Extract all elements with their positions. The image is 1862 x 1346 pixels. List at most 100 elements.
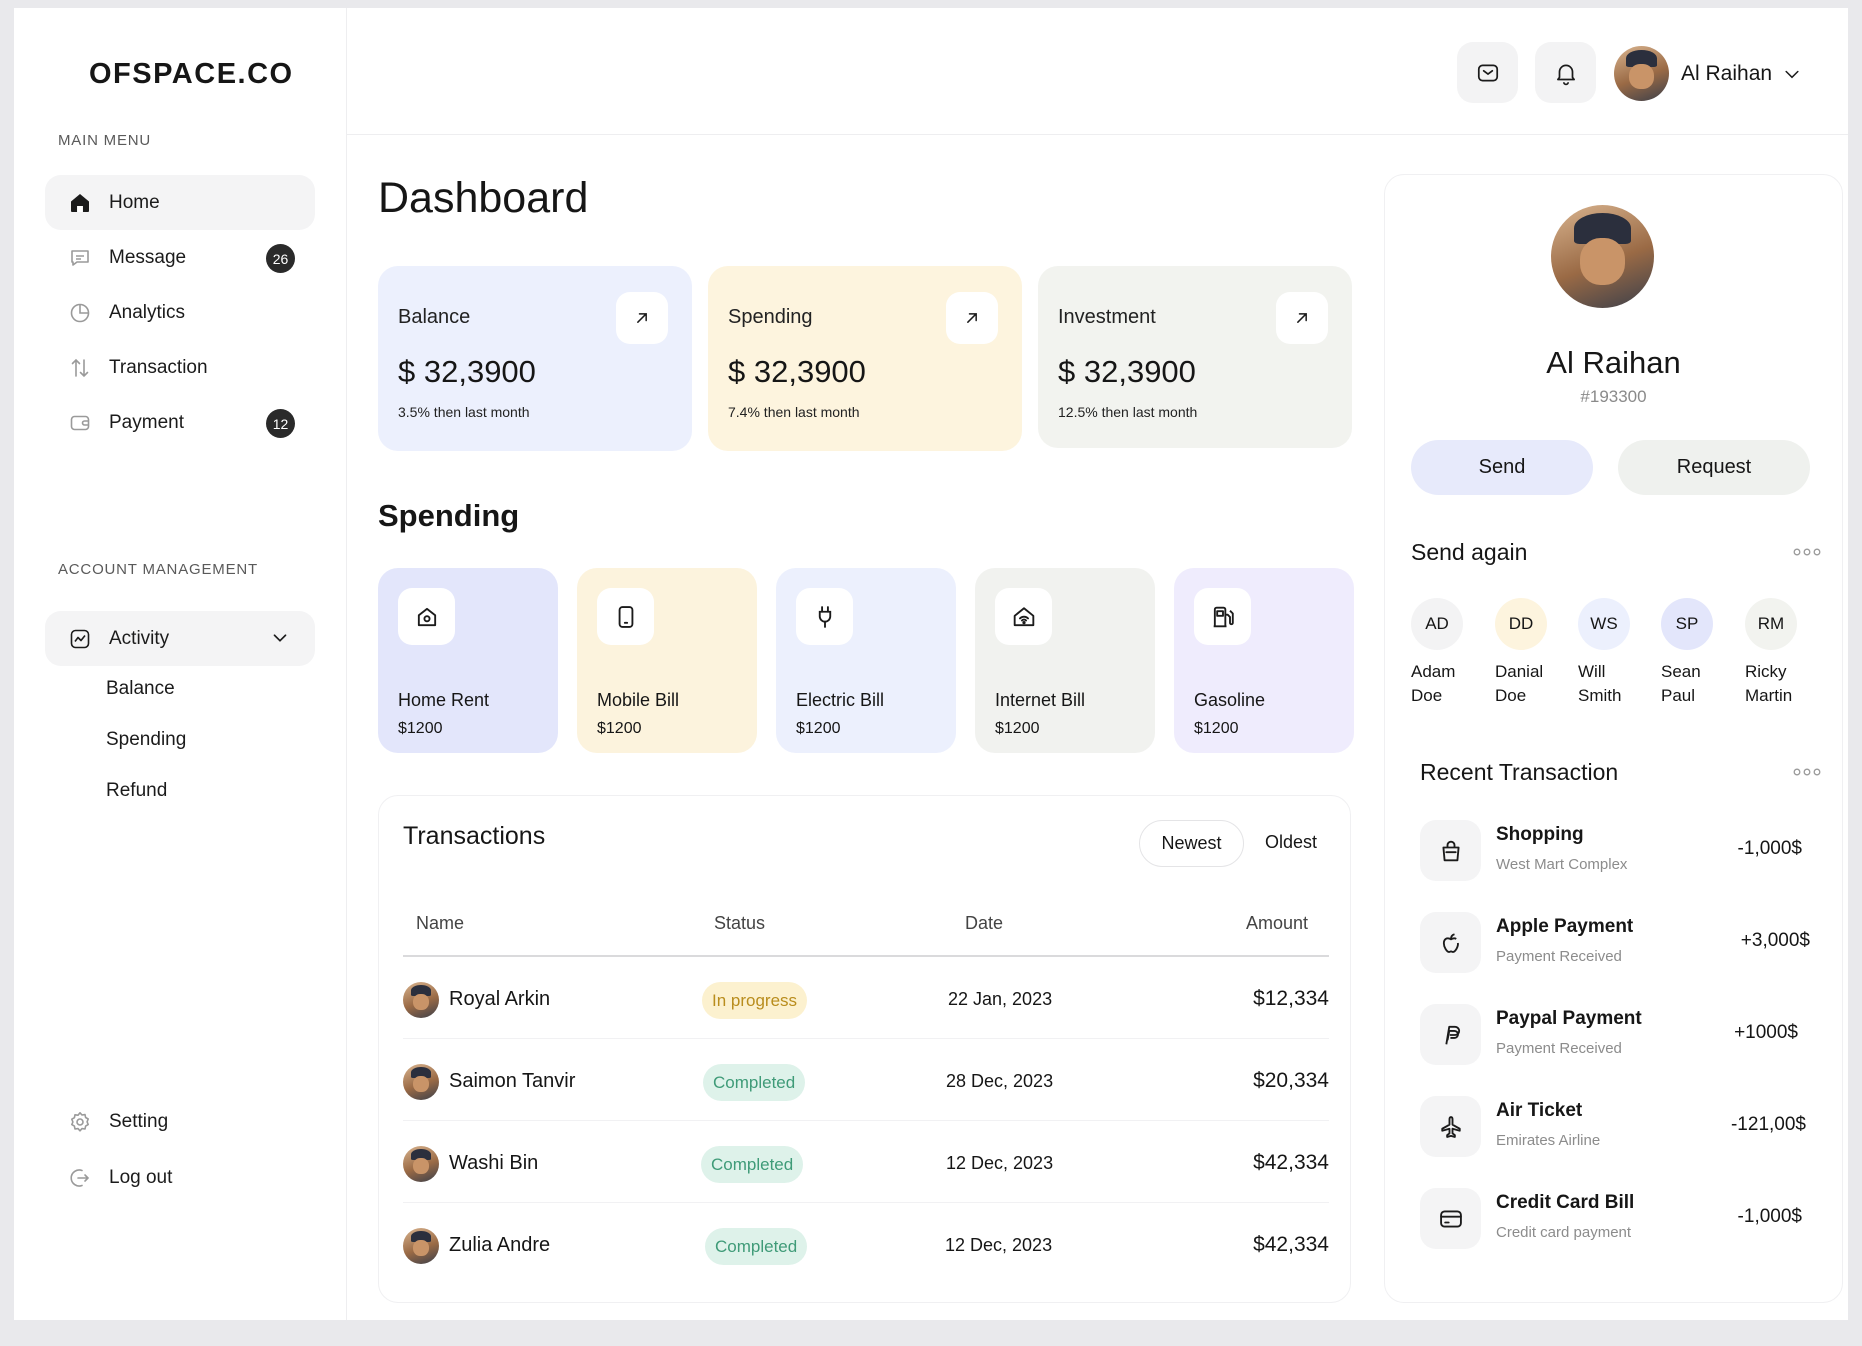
spending-name: Home Rent: [398, 690, 490, 710]
recent-transaction-item[interactable]: Air Ticket Emirates Airline -121,00$: [1420, 1096, 1810, 1158]
column-header-name[interactable]: Name: [416, 913, 464, 934]
spending-name: Mobile Bill: [597, 690, 680, 710]
sidebar-item-home[interactable]: Home: [45, 175, 315, 230]
column-header-date[interactable]: Date: [965, 913, 1003, 934]
more-options-icon[interactable]: [1793, 767, 1821, 777]
recent-transaction-item[interactable]: Apple Payment Payment Received +3,000$: [1420, 912, 1810, 974]
contact-sean-paul[interactable]: SP Sean Paul: [1661, 598, 1733, 708]
balance-card[interactable]: Balance $ 32,3900 3.5% then last month: [378, 266, 692, 451]
shopping-bag-icon: [1420, 820, 1481, 881]
more-options-icon[interactable]: [1793, 547, 1821, 557]
analytics-icon: [67, 300, 93, 326]
table-row[interactable]: Royal Arkin In progress 22 Jan, 2023 $12…: [403, 957, 1329, 1039]
sidebar-item-transaction[interactable]: Transaction: [45, 340, 315, 395]
status-badge: In progress: [702, 982, 808, 1019]
spending-item-mobile-bill[interactable]: Mobile Bill $1200: [577, 568, 757, 753]
open-balance-button[interactable]: [616, 292, 668, 344]
open-investment-button[interactable]: [1276, 292, 1328, 344]
card-value: $ 32,3900: [398, 354, 536, 389]
recent-transaction-item[interactable]: Credit Card Bill Credit card payment -1,…: [1420, 1188, 1810, 1250]
user-menu[interactable]: Al Raihan: [1614, 46, 1802, 101]
contact-first-name: Ricky: [1745, 662, 1787, 681]
spending-name: Electric Bill: [796, 690, 885, 710]
status-badge: Completed: [701, 1146, 804, 1183]
wallet-icon: [67, 410, 93, 436]
spending-amount: $1200: [398, 720, 443, 737]
table-row[interactable]: Zulia Andre Completed 12 Dec, 2023 $42,3…: [403, 1203, 1329, 1285]
sidebar-item-message[interactable]: Message 26: [45, 230, 315, 285]
open-spending-button[interactable]: [946, 292, 998, 344]
mail-button[interactable]: [1457, 42, 1518, 103]
sidebar-subitem-spending[interactable]: Spending: [106, 729, 186, 751]
send-button[interactable]: Send: [1411, 440, 1593, 495]
table-row[interactable]: Washi Bin Completed 12 Dec, 2023 $42,334: [403, 1121, 1329, 1203]
spending-item-internet-bill[interactable]: Internet Bill $1200: [975, 568, 1155, 753]
notification-button[interactable]: [1535, 42, 1596, 103]
spending-item-gasoline[interactable]: Gasoline $1200: [1174, 568, 1354, 753]
column-header-status[interactable]: Status: [714, 913, 765, 934]
card-value: $ 32,3900: [1058, 354, 1196, 389]
card-label: Balance: [398, 306, 471, 328]
contact-danial-doe[interactable]: DD Danial Doe: [1495, 598, 1567, 708]
contact-first-name: Will: [1578, 662, 1606, 681]
row-name: Saimon Tanvir: [449, 1070, 576, 1092]
spending-item-electric-bill[interactable]: Electric Bill $1200: [776, 568, 956, 753]
transaction-icon: [67, 355, 93, 381]
row-amount: $20,334: [1253, 1069, 1329, 1092]
profile-panel: Al Raihan #193300 Send Request Send agai…: [1384, 174, 1843, 1303]
contact-first-name: Adam: [1411, 662, 1456, 681]
sort-oldest-tab[interactable]: Oldest: [1265, 832, 1317, 853]
recent-transaction-item[interactable]: Paypal Payment Payment Received +1000$: [1420, 1004, 1810, 1066]
sidebar-item-setting[interactable]: Setting: [45, 1094, 315, 1149]
sidebar-subitem-balance[interactable]: Balance: [106, 678, 175, 700]
chevron-down-icon[interactable]: [269, 627, 291, 649]
recent-name: Paypal Payment: [1496, 1008, 1642, 1029]
arrow-up-right-icon: [967, 313, 977, 323]
recent-amount: -1,000$: [1737, 1206, 1802, 1227]
investment-card[interactable]: Investment $ 32,3900 12.5% then last mon…: [1038, 266, 1352, 448]
sidebar-item-label: Setting: [109, 1110, 169, 1132]
contact-ricky-martin[interactable]: RM Ricky Martin: [1745, 598, 1817, 708]
transactions-panel: Transactions Newest Oldest Name Status D…: [378, 795, 1351, 1303]
contact-initials: SP: [1661, 598, 1713, 650]
recent-name: Apple Payment: [1496, 916, 1634, 937]
contact-adam-doe[interactable]: AD Adam Doe: [1411, 598, 1483, 708]
sidebar-item-label: Activity: [109, 627, 170, 649]
row-name: Zulia Andre: [449, 1234, 551, 1256]
sidebar-subitem-refund[interactable]: Refund: [106, 780, 167, 802]
page-title: Dashboard: [378, 174, 589, 222]
home-outline-icon: [398, 588, 455, 645]
sidebar-item-analytics[interactable]: Analytics: [45, 285, 315, 340]
avatar: [1614, 46, 1669, 101]
row-date: 12 Dec, 2023: [946, 1153, 1054, 1173]
recent-amount: +1000$: [1734, 1022, 1798, 1043]
request-button[interactable]: Request: [1618, 440, 1810, 495]
gas-station-icon: [1194, 588, 1251, 645]
profile-id: #193300: [1580, 387, 1647, 406]
row-date: 28 Dec, 2023: [946, 1071, 1054, 1091]
payment-count-badge: 12: [266, 409, 295, 438]
home-icon: [67, 190, 93, 216]
avatar: [403, 1146, 439, 1182]
sidebar-item-activity[interactable]: Activity: [45, 611, 315, 666]
sidebar-item-payment[interactable]: Payment 12: [45, 395, 315, 450]
sort-newest-tab[interactable]: Newest: [1139, 820, 1244, 867]
sidebar-item-label: Log out: [109, 1166, 173, 1188]
spending-card[interactable]: Spending $ 32,3900 7.4% then last month: [708, 266, 1022, 451]
sidebar-item-logout[interactable]: Log out: [45, 1150, 315, 1205]
gear-icon: [67, 1109, 93, 1135]
contact-will-smith[interactable]: WS Will Smith: [1578, 598, 1650, 708]
recent-amount: -1,000$: [1737, 838, 1802, 859]
recent-subtitle: Payment Received: [1496, 948, 1622, 965]
column-header-amount[interactable]: Amount: [1246, 913, 1308, 934]
recent-name: Air Ticket: [1496, 1100, 1583, 1121]
brand-logo[interactable]: OFSPACE.CO: [89, 58, 294, 91]
arrow-up-right-icon: [637, 313, 647, 323]
sidebar-item-label: Payment: [109, 411, 184, 433]
recent-transaction-item[interactable]: Shopping West Mart Complex -1,000$: [1420, 820, 1810, 882]
table-row[interactable]: Saimon Tanvir Completed 28 Dec, 2023 $20…: [403, 1039, 1329, 1121]
status-badge: Completed: [705, 1228, 808, 1265]
contact-last-name: Martin: [1745, 686, 1793, 705]
spending-item-home-rent[interactable]: Home Rent $1200: [378, 568, 558, 753]
avatar: [403, 982, 439, 1018]
